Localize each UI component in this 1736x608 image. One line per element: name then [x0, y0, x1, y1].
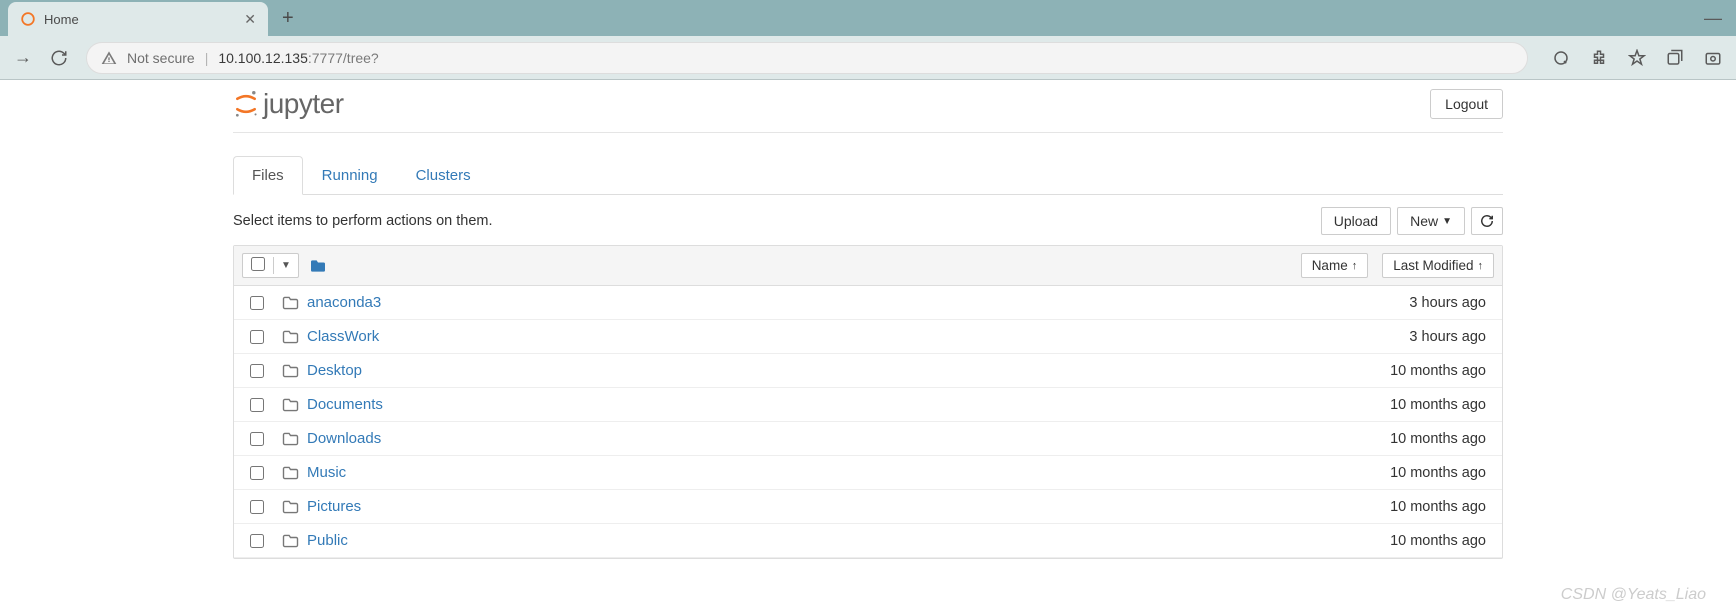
- file-list: ▼ Name↑ Last Modified↑ anaconda3 3 hours …: [233, 245, 1503, 559]
- url-text: 10.100.12.135:7777/tree?: [218, 50, 378, 66]
- sort-modified[interactable]: Last Modified↑: [1382, 253, 1494, 278]
- folder-icon[interactable]: [309, 259, 327, 273]
- select-all-control[interactable]: ▼: [242, 253, 299, 278]
- folder-icon: [282, 330, 299, 344]
- jupyter-logo[interactable]: jupyter: [233, 88, 344, 120]
- file-name-link[interactable]: Downloads: [307, 430, 381, 447]
- watermark: CSDN @Yeats_Liao: [1561, 586, 1706, 604]
- file-modified: 3 hours ago: [1409, 295, 1486, 311]
- logout-button[interactable]: Logout: [1430, 89, 1503, 119]
- row-checkbox[interactable]: [250, 534, 264, 548]
- window-controls: —: [1690, 8, 1736, 29]
- caret-down-icon: ▼: [1442, 216, 1452, 227]
- screenshot-icon[interactable]: [1704, 49, 1722, 67]
- reload-icon[interactable]: [50, 49, 68, 67]
- toolbar: Select items to perform actions on them.…: [233, 207, 1503, 235]
- file-name-link[interactable]: Pictures: [307, 498, 361, 515]
- folder-icon: [282, 466, 299, 480]
- separator: |: [205, 50, 209, 66]
- file-modified: 3 hours ago: [1409, 329, 1486, 345]
- upload-button[interactable]: Upload: [1321, 207, 1391, 235]
- file-name-link[interactable]: Music: [307, 464, 346, 481]
- row-checkbox[interactable]: [250, 296, 264, 310]
- browser-chrome: Home ✕ + — → Not secure | 10.100.12.135:…: [0, 0, 1736, 80]
- caret-down-icon[interactable]: ▼: [273, 257, 298, 274]
- file-modified: 10 months ago: [1390, 397, 1486, 413]
- row-checkbox[interactable]: [250, 364, 264, 378]
- tab-strip: Home ✕ + —: [0, 0, 1736, 36]
- file-row[interactable]: Downloads 10 months ago: [234, 422, 1502, 456]
- collections-icon[interactable]: [1666, 49, 1684, 67]
- tab-clusters[interactable]: Clusters: [397, 156, 490, 195]
- folder-icon: [282, 534, 299, 548]
- tab-running[interactable]: Running: [303, 156, 397, 195]
- extensions-icon[interactable]: [1590, 49, 1608, 67]
- jupyter-favicon: [20, 11, 36, 27]
- file-name-link[interactable]: Documents: [307, 396, 383, 413]
- refresh-button[interactable]: [1471, 207, 1503, 235]
- security-label: Not secure: [127, 50, 195, 66]
- jupyter-logo-text: jupyter: [263, 88, 344, 120]
- file-modified: 10 months ago: [1390, 465, 1486, 481]
- new-button[interactable]: New▼: [1397, 207, 1465, 235]
- reader-icon[interactable]: [1552, 49, 1570, 67]
- select-all-checkbox[interactable]: [251, 257, 265, 271]
- action-hint: Select items to perform actions on them.: [233, 213, 493, 229]
- minimize-icon[interactable]: —: [1704, 8, 1722, 29]
- folder-icon: [282, 296, 299, 310]
- tab-title: Home: [44, 12, 236, 27]
- file-row[interactable]: ClassWork 3 hours ago: [234, 320, 1502, 354]
- main-tabs: Files Running Clusters: [233, 155, 1503, 195]
- file-name-link[interactable]: Public: [307, 532, 348, 549]
- file-row[interactable]: Desktop 10 months ago: [234, 354, 1502, 388]
- sort-name[interactable]: Name↑: [1301, 253, 1369, 278]
- address-bar: → Not secure | 10.100.12.135:7777/tree?: [0, 36, 1736, 80]
- jupyter-page: jupyter Logout Files Running Clusters Se…: [223, 80, 1513, 559]
- file-name-link[interactable]: Desktop: [307, 362, 362, 379]
- file-row[interactable]: Music 10 months ago: [234, 456, 1502, 490]
- file-modified: 10 months ago: [1390, 363, 1486, 379]
- arrow-up-icon: ↑: [1352, 260, 1358, 272]
- file-row[interactable]: anaconda3 3 hours ago: [234, 286, 1502, 320]
- file-modified: 10 months ago: [1390, 533, 1486, 549]
- folder-icon: [282, 500, 299, 514]
- url-input[interactable]: Not secure | 10.100.12.135:7777/tree?: [86, 42, 1528, 74]
- jupyter-logo-icon: [233, 89, 259, 119]
- warning-icon: [101, 50, 117, 66]
- favorites-icon[interactable]: [1628, 49, 1646, 67]
- close-icon[interactable]: ✕: [244, 11, 256, 28]
- row-checkbox[interactable]: [250, 432, 264, 446]
- jupyter-header: jupyter Logout: [233, 80, 1503, 133]
- file-row[interactable]: Public 10 months ago: [234, 524, 1502, 558]
- folder-icon: [282, 398, 299, 412]
- arrow-up-icon: ↑: [1478, 260, 1484, 272]
- file-modified: 10 months ago: [1390, 499, 1486, 515]
- file-row[interactable]: Pictures 10 months ago: [234, 490, 1502, 524]
- new-tab-button[interactable]: +: [268, 7, 308, 30]
- file-name-link[interactable]: ClassWork: [307, 328, 379, 345]
- row-checkbox[interactable]: [250, 398, 264, 412]
- folder-icon: [282, 432, 299, 446]
- file-modified: 10 months ago: [1390, 431, 1486, 447]
- folder-icon: [282, 364, 299, 378]
- file-list-header: ▼ Name↑ Last Modified↑: [234, 246, 1502, 286]
- row-checkbox[interactable]: [250, 330, 264, 344]
- tab-files[interactable]: Files: [233, 156, 303, 195]
- browser-tab[interactable]: Home ✕: [8, 2, 268, 36]
- row-checkbox[interactable]: [250, 500, 264, 514]
- file-name-link[interactable]: anaconda3: [307, 294, 381, 311]
- file-row[interactable]: Documents 10 months ago: [234, 388, 1502, 422]
- forward-icon[interactable]: →: [14, 47, 32, 68]
- row-checkbox[interactable]: [250, 466, 264, 480]
- refresh-icon: [1480, 214, 1494, 228]
